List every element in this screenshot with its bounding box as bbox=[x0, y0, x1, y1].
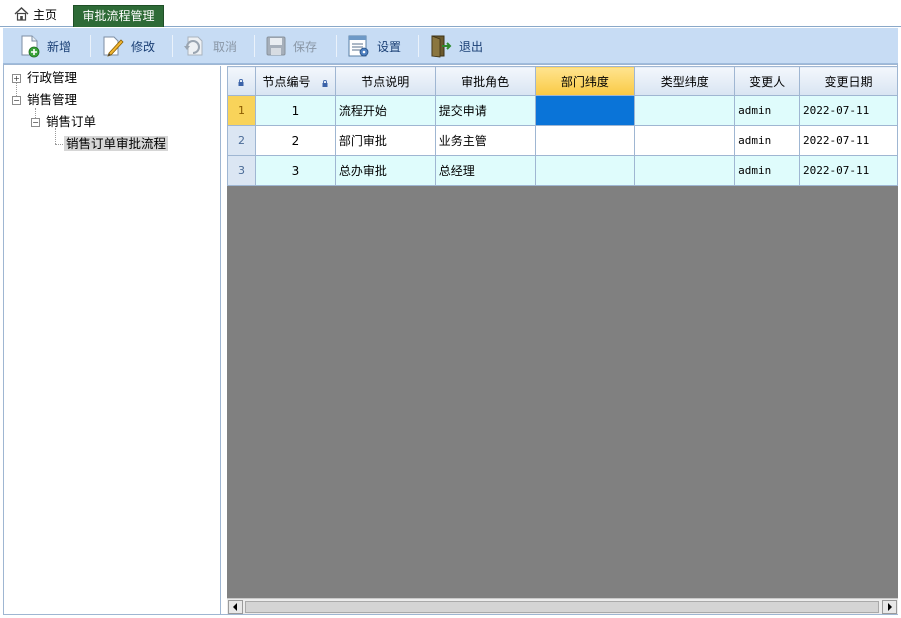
cell-type[interactable] bbox=[634, 125, 736, 156]
column-header-label: 变更日期 bbox=[824, 74, 873, 89]
column-header-label: 变更人 bbox=[749, 74, 786, 89]
scroll-left-button[interactable] bbox=[228, 600, 243, 614]
collapse-toggle[interactable]: − bbox=[31, 118, 40, 127]
tree-node-admin-label: 行政管理 bbox=[27, 70, 78, 85]
edit-button-label: 修改 bbox=[131, 39, 156, 54]
tree-node-sales-order-label: 销售订单 bbox=[46, 114, 97, 129]
toolbar-separator bbox=[90, 35, 91, 57]
cancel-button[interactable]: 取消 bbox=[183, 32, 237, 60]
cell-node-no[interactable]: 3 bbox=[254, 155, 336, 186]
settings-list-icon bbox=[348, 35, 369, 57]
tab-bar: 主页 审批流程管理 bbox=[0, 0, 901, 27]
new-file-icon bbox=[21, 35, 40, 58]
cell-date[interactable]: 2022-07-11 bbox=[799, 155, 898, 186]
cell-desc[interactable]: 部门审批 bbox=[334, 125, 436, 156]
column-header-date[interactable]: 变更日期 bbox=[799, 66, 898, 96]
exit-button[interactable]: 退出 bbox=[429, 32, 483, 60]
cell-changer[interactable]: admin bbox=[734, 95, 801, 126]
tab-home-label: 主页 bbox=[33, 8, 58, 22]
toolbar-separator bbox=[418, 35, 419, 57]
horizontal-scrollbar[interactable] bbox=[227, 598, 898, 614]
save-button[interactable]: 保存 bbox=[265, 32, 317, 60]
data-grid: 节点编号 节点说明 审批角色 部门纬度 类型纬度 变更人 变更日期 1 1 流程… bbox=[227, 66, 898, 598]
column-header-label: 节点编号 bbox=[262, 74, 311, 89]
column-header-desc[interactable]: 节点说明 bbox=[334, 66, 436, 96]
column-header-label: 部门纬度 bbox=[560, 74, 609, 89]
column-header-changer[interactable]: 变更人 bbox=[734, 66, 801, 96]
save-icon bbox=[266, 36, 286, 56]
settings-button[interactable]: 设置 bbox=[347, 32, 401, 60]
tree-node-sales-label: 销售管理 bbox=[27, 92, 78, 107]
toolbar-separator bbox=[336, 35, 337, 57]
tree-node-sales-order-flow-label: 销售订单审批流程 bbox=[64, 136, 169, 151]
home-icon bbox=[14, 7, 29, 21]
approval-node-table: 节点编号 节点说明 审批角色 部门纬度 类型纬度 变更人 变更日期 1 1 流程… bbox=[227, 66, 898, 186]
cell-role[interactable]: 总经理 bbox=[434, 155, 536, 186]
arrow-right-icon bbox=[888, 603, 892, 611]
column-header-label: 节点说明 bbox=[361, 74, 410, 89]
cell-role[interactable]: 提交申请 bbox=[434, 95, 536, 126]
cell-dept[interactable] bbox=[534, 95, 636, 126]
cell-changer[interactable]: admin bbox=[734, 155, 801, 186]
lock-icon bbox=[322, 79, 328, 87]
tab-approval-flow-label: 审批流程管理 bbox=[82, 9, 155, 23]
cell-type[interactable] bbox=[634, 95, 736, 126]
tree-node-sales-order-flow[interactable]: 销售订单审批流程 bbox=[64, 135, 169, 153]
cancel-button-label: 取消 bbox=[213, 39, 238, 54]
cell-node-no[interactable]: 1 bbox=[254, 95, 336, 126]
column-header-role[interactable]: 审批角色 bbox=[434, 66, 536, 96]
cell-desc[interactable]: 总办审批 bbox=[334, 155, 436, 186]
cell-role[interactable]: 业务主管 bbox=[434, 125, 536, 156]
exit-button-label: 退出 bbox=[459, 39, 484, 54]
cell-dept[interactable] bbox=[534, 125, 636, 156]
table-row[interactable]: 3 3 总办审批 总经理 admin 2022-07-11 bbox=[227, 155, 898, 186]
column-header-type[interactable]: 类型纬度 bbox=[634, 66, 736, 96]
column-header-label: 审批角色 bbox=[461, 74, 510, 89]
category-tree: + 行政管理 − 销售管理 − 销售订单 销售订单审批流程 bbox=[5, 66, 221, 614]
lock-icon bbox=[238, 79, 244, 86]
row-number[interactable]: 2 bbox=[227, 125, 256, 156]
table-row[interactable]: 1 1 流程开始 提交申请 admin 2022-07-11 bbox=[227, 95, 898, 126]
cell-date[interactable]: 2022-07-11 bbox=[799, 125, 898, 156]
column-header-node-no[interactable]: 节点编号 bbox=[254, 66, 336, 96]
new-button-label: 新增 bbox=[47, 39, 72, 54]
cell-changer[interactable]: admin bbox=[734, 125, 801, 156]
exit-door-icon bbox=[431, 35, 452, 58]
expand-toggle[interactable]: + bbox=[12, 74, 21, 83]
cell-type[interactable] bbox=[634, 155, 736, 186]
save-button-label: 保存 bbox=[293, 39, 318, 54]
tree-node-sales-order[interactable]: 销售订单 bbox=[46, 113, 96, 131]
arrow-left-icon bbox=[233, 603, 237, 611]
cell-date[interactable]: 2022-07-11 bbox=[799, 95, 898, 126]
tab-home[interactable]: 主页 bbox=[8, 5, 68, 27]
row-number[interactable]: 3 bbox=[227, 155, 256, 186]
settings-button-label: 设置 bbox=[377, 39, 402, 54]
new-button[interactable]: 新增 bbox=[19, 32, 71, 60]
undo-icon bbox=[184, 36, 203, 56]
toolbar-separator bbox=[254, 35, 255, 57]
row-header-corner[interactable] bbox=[227, 66, 256, 96]
toolbar: 新增 修改 取消 保存 设置 退出 bbox=[3, 28, 898, 64]
column-header-dept[interactable]: 部门纬度 bbox=[534, 66, 636, 96]
tree-node-sales[interactable]: 销售管理 bbox=[27, 91, 77, 109]
scroll-right-button[interactable] bbox=[882, 600, 897, 614]
collapse-toggle[interactable]: − bbox=[12, 96, 21, 105]
tree-node-admin[interactable]: 行政管理 bbox=[27, 69, 77, 87]
scroll-thumb[interactable] bbox=[245, 601, 879, 613]
edit-button[interactable]: 修改 bbox=[101, 32, 155, 60]
toolbar-separator bbox=[172, 35, 173, 57]
cell-desc[interactable]: 流程开始 bbox=[334, 95, 436, 126]
edit-icon bbox=[103, 36, 124, 57]
column-header-label: 类型纬度 bbox=[660, 74, 709, 89]
row-number[interactable]: 1 bbox=[227, 95, 256, 126]
cell-dept[interactable] bbox=[534, 155, 636, 186]
table-row[interactable]: 2 2 部门审批 业务主管 admin 2022-07-11 bbox=[227, 125, 898, 156]
cell-node-no[interactable]: 2 bbox=[254, 125, 336, 156]
tab-approval-flow[interactable]: 审批流程管理 bbox=[73, 5, 164, 27]
